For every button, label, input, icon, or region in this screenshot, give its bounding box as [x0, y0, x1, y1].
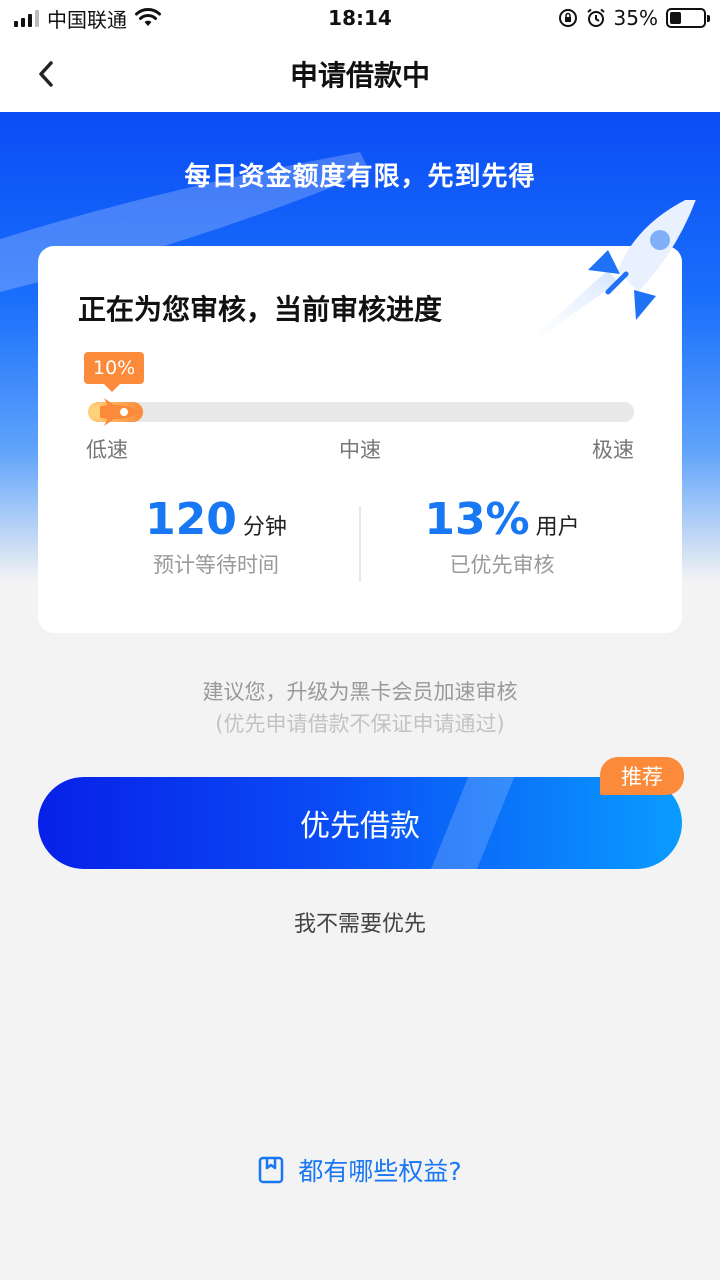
suggestion-text: 建议您，升级为黑卡会员加速审核: [202, 680, 518, 704]
nav-bar: 申请借款中: [0, 36, 720, 112]
priority-loan-label: 优先借款: [300, 809, 420, 844]
suggestion-disclaimer: (优先申请借款不保证申请通过): [215, 712, 505, 736]
speed-label-mid: 中速: [339, 438, 381, 462]
button-shine: [423, 777, 519, 869]
priority-users-label: 已优先审核: [449, 553, 555, 577]
progress-track: [88, 402, 634, 422]
battery-icon: [666, 8, 710, 28]
upgrade-suggestion: 建议您，升级为黑卡会员加速审核 (优先申请借款不保证申请通过): [0, 676, 720, 740]
priority-users-value: 13%: [424, 494, 530, 545]
hero-slogan: 每日资金额度有限，先到先得: [184, 162, 536, 192]
card-title: 正在为您审核，当前审核进度: [78, 293, 443, 326]
back-button[interactable]: [26, 54, 66, 94]
benefits-link-label: 都有哪些权益?: [298, 1157, 462, 1186]
alarm-icon: [586, 8, 605, 27]
speed-label-low: 低速: [86, 438, 128, 462]
priority-loan-button[interactable]: 优先借款: [38, 777, 682, 869]
page-title: 申请借款中: [289, 59, 430, 92]
priority-users-unit: 用户: [535, 515, 580, 540]
rotation-lock-icon: [558, 9, 577, 27]
wait-time-label: 预计等待时间: [153, 553, 279, 577]
wifi-icon: [135, 8, 161, 26]
skip-priority-link[interactable]: 我不需要优先: [0, 906, 720, 938]
battery-percent: 35%: [613, 6, 658, 30]
recommend-badge: 推荐: [600, 757, 684, 795]
rocket-icon: [88, 398, 140, 426]
review-progress-card: 正在为您审核，当前审核进度 10% 低速 中速 极速 120 分钟 预计等待时间…: [38, 200, 696, 633]
speed-scale: 低速 中速 极速: [86, 434, 634, 464]
wait-time-value: 120: [145, 494, 237, 545]
status-bar: 中国联通 18:14 35%: [0, 0, 720, 36]
wait-time-unit: 分钟: [242, 515, 287, 540]
speed-label-high: 极速: [592, 438, 634, 462]
stat-divider: [359, 506, 361, 582]
status-left: 中国联通: [14, 4, 161, 33]
chevron-left-icon: [39, 61, 53, 87]
carrier-label: 中国联通: [47, 7, 127, 32]
wait-time-stat: 120 分钟 预计等待时间: [76, 494, 356, 579]
bookmark-icon: [259, 1156, 284, 1184]
status-right: 35%: [558, 6, 710, 30]
benefits-link[interactable]: 都有哪些权益?: [0, 1152, 720, 1188]
battery-level: [670, 12, 682, 24]
signal-icon: [14, 9, 39, 27]
priority-users-stat: 13% 用户 已优先审核: [362, 494, 642, 579]
rocket-illustration: [508, 200, 696, 360]
progress-percent-tag: 10%: [84, 352, 145, 392]
